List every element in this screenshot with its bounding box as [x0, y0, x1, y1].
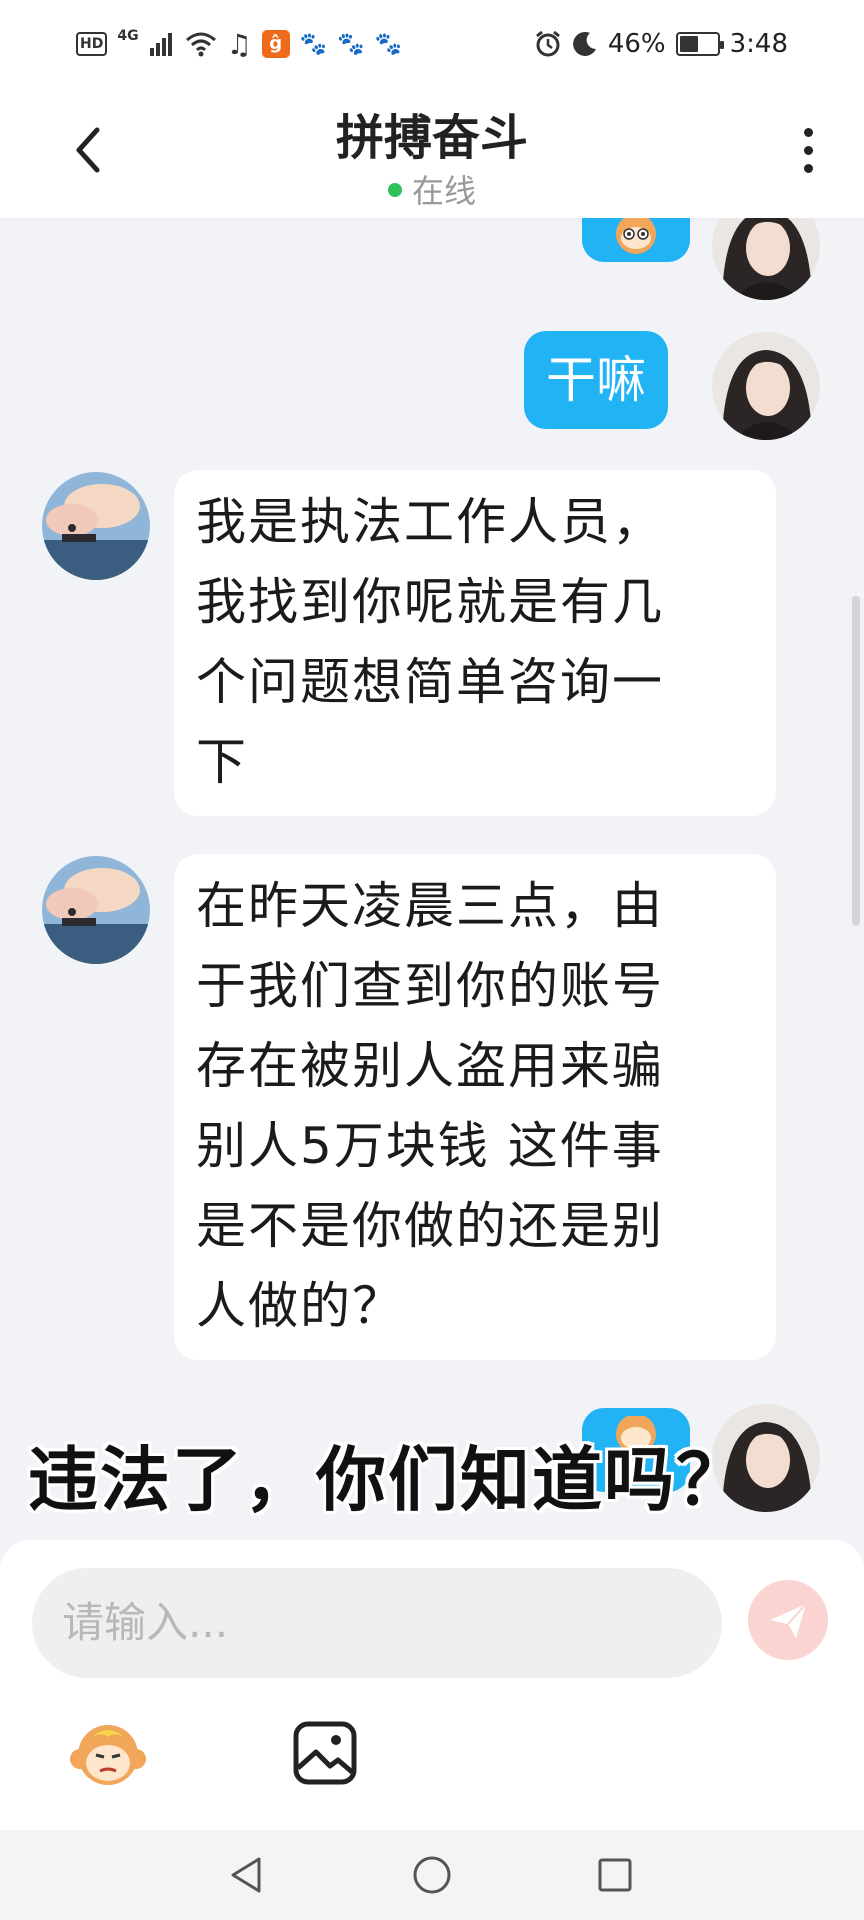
- moon-icon: [572, 31, 596, 56]
- system-nav-bar: [0, 1830, 864, 1920]
- avatar-image: [712, 332, 820, 440]
- nav-back-button[interactable]: [224, 1852, 270, 1898]
- send-button[interactable]: [748, 1580, 828, 1660]
- status-bar: HD 4G ♫ ĝ 🐾 🐾 🐾 46% 3:48: [0, 0, 864, 88]
- avatar-image: [42, 856, 150, 964]
- message-line: 个问题想简单咨询一: [196, 653, 664, 711]
- chat-header: 拼搏奋斗 在线: [0, 88, 864, 218]
- dot: [803, 145, 813, 155]
- nav-home-button[interactable]: [409, 1852, 455, 1898]
- hd-badge: HD: [76, 32, 108, 56]
- message-bubble[interactable]: 干嘛: [524, 331, 668, 429]
- online-status-label: 在线: [411, 172, 476, 210]
- online-status: 在线: [0, 166, 864, 212]
- triangle-back-icon: [231, 1857, 261, 1893]
- status-bar-right: 46% 3:48: [534, 26, 788, 62]
- circle-home-icon: [413, 1856, 451, 1894]
- message-line: 别人5万块钱 这件事: [196, 1117, 664, 1175]
- image-button[interactable]: [290, 1718, 360, 1788]
- message-line: 我是执法工作人员，: [196, 493, 664, 551]
- signal-icon: [149, 33, 172, 56]
- monkey-sticker-icon: [616, 218, 656, 254]
- dot: [803, 127, 813, 137]
- nav-recents-button[interactable]: [592, 1852, 638, 1898]
- status-bar-left: HD 4G ♫ ĝ 🐾 🐾 🐾: [76, 26, 402, 62]
- app-notification-icon: ĝ: [261, 30, 290, 58]
- self-avatar[interactable]: [712, 218, 820, 300]
- contact-avatar[interactable]: [42, 472, 150, 580]
- paw-icon: 🐾: [299, 31, 328, 57]
- network-4g-icon: 4G: [117, 28, 139, 44]
- emoji-button[interactable]: [66, 1715, 150, 1799]
- battery-icon: [675, 32, 724, 56]
- clock-time: 3:48: [729, 29, 788, 59]
- more-options-button[interactable]: [780, 118, 836, 182]
- message-line: 人做的？: [196, 1277, 404, 1335]
- image-icon: [293, 1721, 357, 1785]
- alarm-icon: [535, 30, 560, 57]
- sticker-bubble[interactable]: [582, 218, 690, 262]
- page-title: 拼搏奋斗: [335, 110, 528, 166]
- paw-icon: 🐾: [337, 31, 365, 57]
- square-recents-icon: [598, 1858, 632, 1892]
- wifi-icon: [185, 32, 216, 57]
- self-avatar[interactable]: [712, 332, 820, 440]
- battery-percent: 46%: [607, 29, 666, 59]
- message-bubble[interactable]: 在昨天凌晨三点，由 于我们查到你的账号 存在被别人盗用来骗 别人5万块钱 这件事…: [174, 854, 776, 1360]
- avatar-image: [42, 472, 150, 580]
- monkey-emoji-icon: [70, 1725, 146, 1785]
- input-panel: 请输入...: [0, 1540, 864, 1830]
- message-line: 于我们查到你的账号: [196, 957, 664, 1015]
- avatar-image: [712, 218, 820, 300]
- message-line: 是不是你做的还是别: [196, 1197, 664, 1255]
- online-dot-icon: [387, 183, 402, 197]
- message-input[interactable]: 请输入...: [32, 1568, 722, 1678]
- video-caption-overlay: 违法了，你们知道吗？: [28, 1439, 748, 1521]
- music-note-icon: ♫: [226, 27, 252, 61]
- message-line: 我找到你呢就是有几: [196, 573, 664, 631]
- message-bubble[interactable]: 我是执法工作人员， 我找到你呢就是有几 个问题想简单咨询一 下: [174, 470, 776, 816]
- paw-icon: 🐾: [374, 31, 402, 57]
- send-icon: [770, 1603, 807, 1638]
- dot: [803, 163, 813, 173]
- message-line: 在昨天凌晨三点，由: [196, 877, 664, 935]
- scrollbar[interactable]: [852, 596, 860, 926]
- contact-avatar[interactable]: [42, 856, 150, 964]
- chat-messages[interactable]: 干嘛 我是执法工作人员， 我找到你呢就是有几 个问题想简单咨询一 下 在昨天凌晨…: [0, 218, 864, 1540]
- message-line: 下: [196, 733, 248, 791]
- message-line: 存在被别人盗用来骗: [196, 1037, 664, 1095]
